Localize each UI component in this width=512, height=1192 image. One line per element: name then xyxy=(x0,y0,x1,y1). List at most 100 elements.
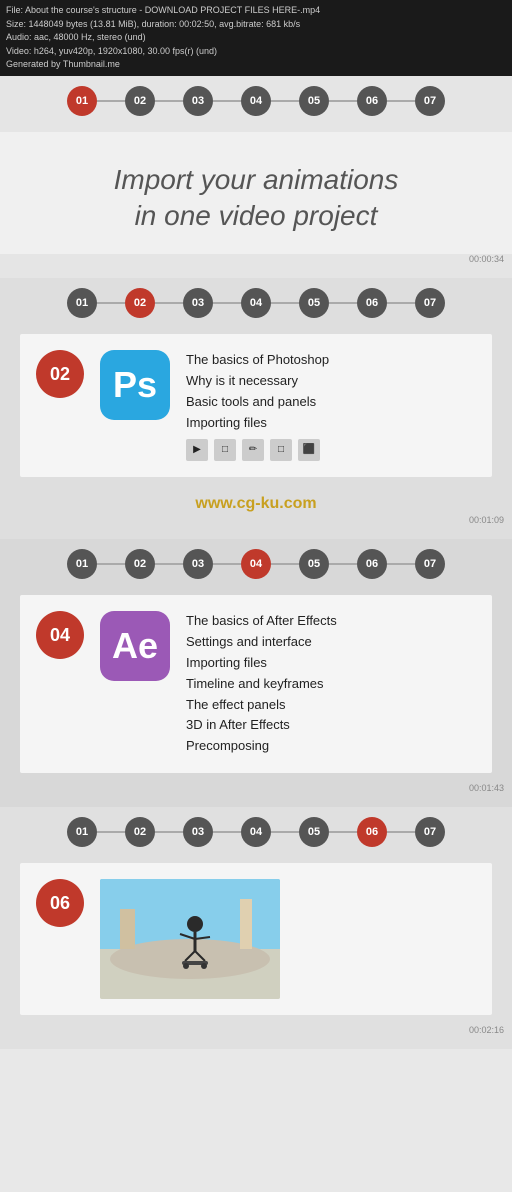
timeline-dot-04: 04 xyxy=(241,86,271,116)
timeline-dot-05: 05 xyxy=(299,288,329,318)
timestamp-3: 00:01:43 xyxy=(0,783,512,797)
section-aftereffects: 01 02 03 04 05 06 07 04 Ae The basics of After… xyxy=(0,539,512,807)
timeline-dot-06: 06 xyxy=(357,86,387,116)
timeline-dot-04: 04 xyxy=(241,549,271,579)
timeline-dot-03: 03 xyxy=(183,549,213,579)
timeline-line xyxy=(329,302,357,304)
timeline-dot-01: 01 xyxy=(67,86,97,116)
info-bar: File: About the course's structure - DOW… xyxy=(0,0,512,76)
timeline-dot-06: 06 xyxy=(357,549,387,579)
timeline-line xyxy=(213,100,241,102)
card-number-06: 06 xyxy=(36,879,84,927)
hero-section: Import your animationsin one video proje… xyxy=(0,132,512,255)
timeline-dot-06: 06 xyxy=(357,817,387,847)
ps-line-1: The basics of Photoshop xyxy=(186,350,476,371)
timeline-dot-01: 01 xyxy=(67,817,97,847)
aftereffects-icon: Ae xyxy=(100,611,170,681)
timeline-dot-04: 04 xyxy=(241,817,271,847)
timeline-dot-06: 06 xyxy=(357,288,387,318)
timeline-dot-07: 07 xyxy=(415,817,445,847)
timeline-dot-07: 07 xyxy=(415,549,445,579)
section-06: 01 02 03 04 05 06 07 06 xyxy=(0,807,512,1049)
timeline-3: 01 02 03 04 05 06 07 xyxy=(0,539,512,595)
card-number-02: 02 xyxy=(36,350,84,398)
timeline-dot-02: 02 xyxy=(125,817,155,847)
tool-icon-2: □ xyxy=(214,439,236,461)
ps-line-2: Why is it necessary xyxy=(186,371,476,392)
ae-line-1: The basics of After Effects xyxy=(186,611,476,632)
tool-icon-5: ⬛ xyxy=(298,439,320,461)
card-number-04: 04 xyxy=(36,611,84,659)
timeline-dot-05: 05 xyxy=(299,817,329,847)
ae-line-7: Precomposing xyxy=(186,736,476,757)
ae-line-3: Importing files xyxy=(186,653,476,674)
timeline-dot-02: 02 xyxy=(125,549,155,579)
timeline-line xyxy=(271,100,299,102)
ae-line-4: Timeline and keyframes xyxy=(186,674,476,695)
timeline-dot-02: 02 xyxy=(125,288,155,318)
timeline-dot-01: 01 xyxy=(67,288,97,318)
timeline-line xyxy=(271,563,299,565)
timeline-4: 01 02 03 04 05 06 07 xyxy=(0,807,512,863)
aftereffects-card: 04 Ae The basics of After Effects Settin… xyxy=(20,595,492,773)
timeline-line xyxy=(213,302,241,304)
info-line-5: Generated by Thumbnail.me xyxy=(6,58,506,72)
timeline-line xyxy=(329,563,357,565)
timeline-line xyxy=(97,100,125,102)
timestamp-2: 00:01:09 xyxy=(0,515,512,529)
section-hero: 01 02 03 04 05 06 07 Import your animationsin … xyxy=(0,76,512,279)
timeline-dot-03: 03 xyxy=(183,86,213,116)
timeline-line xyxy=(213,831,241,833)
ps-line-3: Basic tools and panels xyxy=(186,392,476,413)
timeline-line xyxy=(387,302,415,304)
timeline-dot-05: 05 xyxy=(299,86,329,116)
timeline-dot-07: 07 xyxy=(415,288,445,318)
timeline-dot-03: 03 xyxy=(183,288,213,318)
timeline-line xyxy=(387,563,415,565)
timeline-line xyxy=(155,100,183,102)
timeline-line xyxy=(155,563,183,565)
photoshop-icon: Ps xyxy=(100,350,170,420)
timeline-line xyxy=(387,100,415,102)
ps-line-4: Importing files xyxy=(186,413,476,434)
timeline-line xyxy=(97,563,125,565)
timeline-line xyxy=(329,831,357,833)
timeline-line xyxy=(155,302,183,304)
timeline-line xyxy=(97,831,125,833)
timeline-dot-03: 03 xyxy=(183,817,213,847)
tool-icon-4: □ xyxy=(270,439,292,461)
ae-line-2: Settings and interface xyxy=(186,632,476,653)
tool-icon-3: ✏ xyxy=(242,439,264,461)
timeline-1: 01 02 03 04 05 06 07 xyxy=(0,76,512,132)
hero-title: Import your animationsin one video proje… xyxy=(20,162,492,235)
tool-icons-row: ▶ □ ✏ □ ⬛ xyxy=(186,439,476,461)
timeline-dot-01: 01 xyxy=(67,549,97,579)
section06-image xyxy=(100,879,280,999)
timeline-line xyxy=(155,831,183,833)
info-line-3: Audio: aac, 48000 Hz, stereo (und) xyxy=(6,31,506,45)
timeline-line xyxy=(213,563,241,565)
timeline-dot-05: 05 xyxy=(299,549,329,579)
photoshop-card: 02 Ps The basics of Photoshop Why is it … xyxy=(20,334,492,477)
watermark: www.cg-ku.com xyxy=(0,487,512,515)
info-line-1: File: About the course's structure - DOW… xyxy=(6,4,506,18)
timeline-line xyxy=(271,302,299,304)
timeline-dot-02: 02 xyxy=(125,86,155,116)
timestamp-4: 00:02:16 xyxy=(0,1025,512,1039)
tool-icon-1: ▶ xyxy=(186,439,208,461)
timeline-dot-07: 07 xyxy=(415,86,445,116)
timeline-line xyxy=(387,831,415,833)
ae-line-5: The effect panels xyxy=(186,695,476,716)
aftereffects-text: The basics of After Effects Settings and… xyxy=(186,611,476,757)
image-inner xyxy=(100,879,280,999)
section-photoshop: 01 02 03 04 05 06 07 02 Ps The basics of Photo… xyxy=(0,278,512,539)
photoshop-text: The basics of Photoshop Why is it necess… xyxy=(186,350,476,461)
timeline-line xyxy=(271,831,299,833)
section06-card: 06 xyxy=(20,863,492,1015)
info-line-4: Video: h264, yuv420p, 1920x1080, 30.00 f… xyxy=(6,45,506,59)
timeline-line xyxy=(329,100,357,102)
ae-line-6: 3D in After Effects xyxy=(186,715,476,736)
info-line-2: Size: 1448049 bytes (13.81 MiB), duratio… xyxy=(6,18,506,32)
timeline-line xyxy=(97,302,125,304)
timeline-dot-04: 04 xyxy=(241,288,271,318)
